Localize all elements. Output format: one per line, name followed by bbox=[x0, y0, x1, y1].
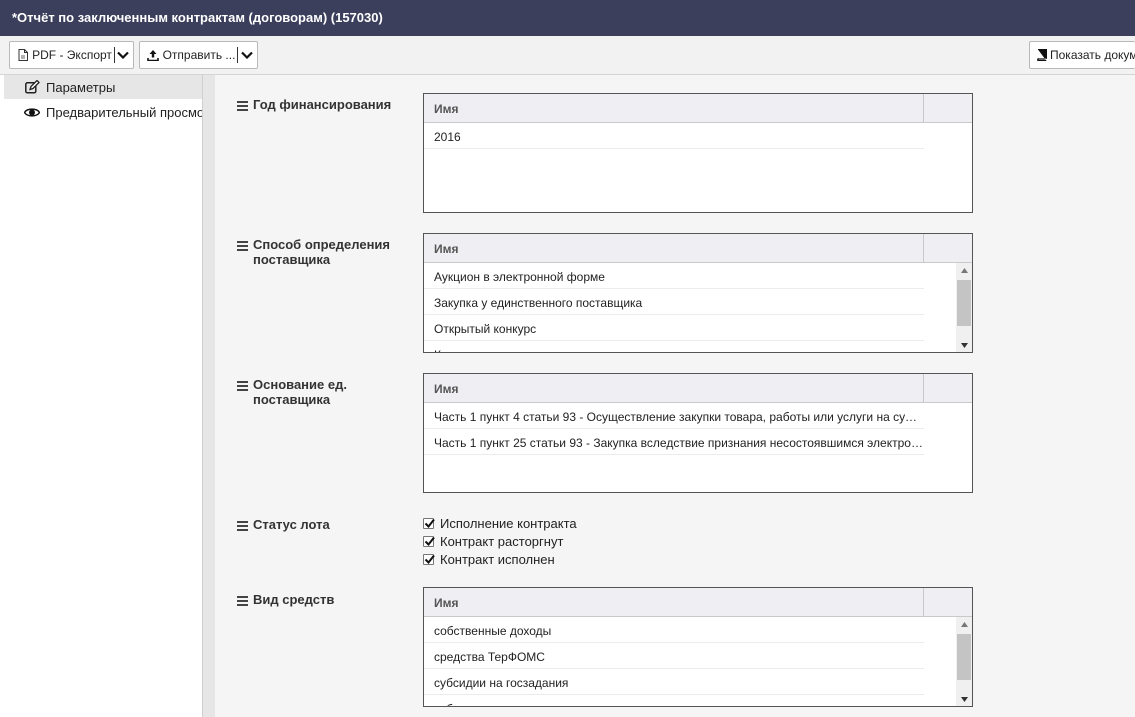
supplier-method-grid[interactable]: Имя Аукцион в электронной форме Закупка … bbox=[423, 233, 973, 353]
eye-icon bbox=[24, 104, 40, 120]
param-label-single-supplier-basis: Основание ед. поставщика bbox=[237, 377, 407, 407]
scroll-up-arrow-icon[interactable] bbox=[956, 263, 972, 277]
list-item[interactable]: субсидии на иные цели bbox=[424, 695, 924, 706]
pdf-export-button[interactable]: PDF - Экспорт bbox=[9, 41, 134, 69]
chevron-down-icon[interactable] bbox=[117, 48, 130, 62]
grid-header: Имя bbox=[424, 588, 972, 617]
sidebar-item-label: Параметры bbox=[46, 79, 116, 95]
single-supplier-basis-grid[interactable]: Имя Часть 1 пункт 4 статьи 93 - Осуществ… bbox=[423, 373, 973, 493]
grid-header: Имя bbox=[424, 234, 972, 263]
grid-header: Имя bbox=[424, 94, 972, 123]
column-header-name[interactable]: Имя bbox=[424, 94, 924, 122]
param-label-supplier-method: Способ определения поставщика bbox=[237, 237, 407, 267]
list-item[interactable]: средства ТерФОМС bbox=[424, 643, 924, 669]
chevron-down-icon[interactable] bbox=[240, 48, 254, 62]
hamburger-icon bbox=[237, 237, 249, 267]
checkbox-checked[interactable] bbox=[423, 535, 435, 547]
hamburger-icon bbox=[237, 592, 249, 608]
toolbar-separator bbox=[237, 47, 239, 63]
book-icon bbox=[1036, 48, 1047, 62]
splitter[interactable] bbox=[203, 75, 215, 717]
param-label-funds-type: Вид средств bbox=[237, 592, 407, 608]
list-item[interactable]: Конкурс с ограниченным участием bbox=[424, 341, 924, 352]
param-label-year: Год финансирования bbox=[237, 97, 407, 113]
show-document-button[interactable]: Показать докум bbox=[1029, 41, 1135, 69]
param-label-lot-status: Статус лота bbox=[237, 517, 407, 533]
sidebar-item-label: Предварительный просмо bbox=[46, 104, 203, 120]
list-item[interactable]: Аукцион в электронной форме bbox=[424, 263, 924, 289]
column-header-name[interactable]: Имя bbox=[424, 374, 924, 402]
column-header-name[interactable]: Имя bbox=[424, 234, 924, 262]
pdf-export-label: PDF - Экспорт bbox=[32, 48, 112, 62]
checkbox-contract-execution[interactable]: Исполнение контракта bbox=[423, 514, 577, 532]
sidebar: Параметры Предварительный просмо bbox=[0, 75, 203, 717]
upload-icon bbox=[146, 48, 160, 62]
toolbar: PDF - Экспорт Отправить ... Показать док… bbox=[0, 36, 1135, 75]
lot-status-checkboxes: Исполнение контракта Контракт расторгнут… bbox=[423, 514, 577, 568]
list-item[interactable]: собственные доходы bbox=[424, 617, 924, 643]
toolbar-separator bbox=[113, 47, 115, 63]
sidebar-item-parameters[interactable]: Параметры bbox=[4, 75, 202, 99]
window-title: *Отчёт по заключенным контрактам (догово… bbox=[0, 0, 1135, 36]
checkbox-contract-fulfilled[interactable]: Контракт исполнен bbox=[423, 550, 577, 568]
send-label: Отправить ... bbox=[162, 48, 236, 62]
checkbox-checked[interactable] bbox=[423, 553, 435, 565]
checkbox-checked[interactable] bbox=[423, 517, 435, 529]
checkbox-contract-terminated[interactable]: Контракт расторгнут bbox=[423, 532, 577, 550]
list-item[interactable]: Открытый конкурс bbox=[424, 315, 924, 341]
scrollbar-thumb[interactable] bbox=[957, 634, 971, 680]
year-grid[interactable]: Имя 2016 bbox=[423, 93, 973, 213]
sidebar-item-preview[interactable]: Предварительный просмо bbox=[4, 100, 203, 124]
list-item[interactable]: Закупка у единственного поставщика bbox=[424, 289, 924, 315]
pdf-file-icon bbox=[16, 48, 29, 62]
scroll-down-arrow-icon[interactable] bbox=[956, 692, 972, 706]
hamburger-icon bbox=[237, 377, 249, 407]
hamburger-icon bbox=[237, 517, 249, 533]
scroll-down-arrow-icon[interactable] bbox=[956, 338, 972, 352]
scroll-up-arrow-icon[interactable] bbox=[956, 617, 972, 631]
checkbox-label: Контракт расторгнут bbox=[440, 533, 564, 549]
grid-header: Имя bbox=[424, 374, 972, 403]
vertical-scrollbar[interactable] bbox=[956, 617, 972, 706]
funds-type-grid[interactable]: Имя собственные доходы средства ТерФОМС … bbox=[423, 587, 973, 707]
vertical-scrollbar[interactable] bbox=[956, 263, 972, 352]
checkbox-label: Контракт исполнен bbox=[440, 551, 555, 567]
parameters-panel: Год финансирования Имя 2016 Способ опред… bbox=[215, 75, 1135, 717]
column-header-name[interactable]: Имя bbox=[424, 588, 924, 616]
checkbox-label: Исполнение контракта bbox=[440, 515, 577, 531]
list-item[interactable]: 2016 bbox=[424, 123, 924, 149]
send-button[interactable]: Отправить ... bbox=[139, 41, 258, 69]
edit-icon bbox=[24, 79, 40, 95]
list-item[interactable]: Часть 1 пункт 4 статьи 93 - Осуществлени… bbox=[424, 403, 924, 429]
list-item[interactable]: Часть 1 пункт 25 статьи 93 - Закупка всл… bbox=[424, 429, 924, 455]
scrollbar-thumb[interactable] bbox=[957, 280, 971, 326]
list-item[interactable]: субсидии на госзадания bbox=[424, 669, 924, 695]
hamburger-icon bbox=[237, 97, 249, 113]
show-document-label: Показать докум bbox=[1050, 48, 1135, 62]
